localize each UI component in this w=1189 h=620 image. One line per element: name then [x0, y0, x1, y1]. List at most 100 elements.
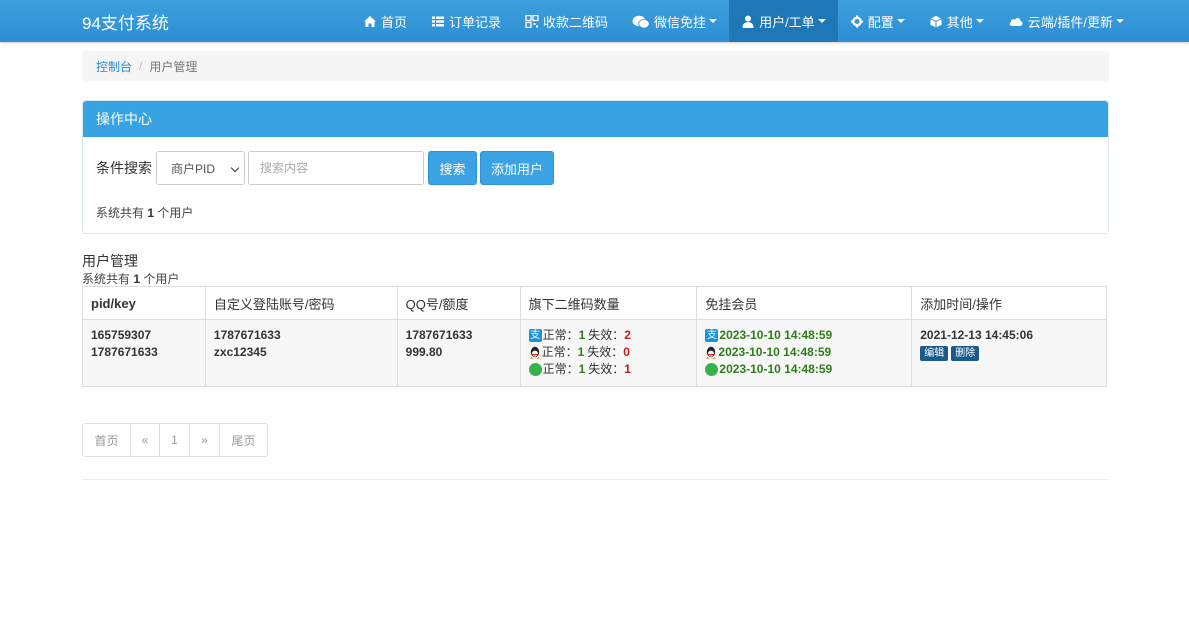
cube-icon	[929, 15, 943, 28]
normal-label: 正常：	[542, 362, 579, 376]
page-last[interactable]: 尾页	[220, 424, 267, 456]
search-row: 条件搜索 商户PID 搜索 添加用户	[96, 151, 554, 185]
vip-time: 2023-10-10 14:48:59	[719, 328, 833, 342]
nav-wechat[interactable]: 微信免挂	[620, 0, 729, 42]
nav-users[interactable]: 用户/工单	[729, 0, 838, 42]
page-next[interactable]: »	[190, 424, 220, 456]
divider	[82, 479, 1109, 480]
nav-qrcode[interactable]: 收款二维码	[513, 0, 620, 42]
cell-qq: 1787671633 999.80	[396, 319, 521, 387]
wechat-icon	[528, 363, 542, 376]
chevron-down-icon	[1115, 19, 1124, 23]
operation-panel: 操作中心 条件搜索 商户PID 搜索 添加用户 系统共有 1 个用户	[82, 100, 1109, 234]
vip-line-wechat: 2023-10-10 14:48:59	[705, 361, 903, 378]
count-value: 1	[147, 206, 155, 220]
nav-home-label: 首页	[381, 14, 408, 30]
qrcode-icon	[525, 14, 539, 28]
panel-title: 操作中心	[83, 101, 1108, 137]
chevron-down-icon	[975, 19, 984, 23]
qq-icon	[705, 346, 717, 360]
search-type-value: 商户PID	[171, 161, 216, 176]
normal-count: 1	[577, 345, 585, 359]
pagination: 首页 « 1 » 尾页	[82, 423, 268, 457]
password-value: zxc12345	[213, 345, 267, 359]
added-time: 2021-12-13 14:45:06	[920, 328, 1034, 342]
nav-home[interactable]: 首页	[351, 0, 419, 42]
page-prev[interactable]: «	[131, 424, 160, 456]
search-type-select[interactable]: 商户PID	[156, 151, 245, 185]
normal-count: 1	[578, 328, 586, 342]
nav-orders[interactable]: 订单记录	[419, 0, 513, 42]
alipay-icon: 支	[705, 329, 719, 342]
nav-qrcode-label: 收款二维码	[543, 14, 609, 30]
fail-label: 失效：	[588, 362, 625, 376]
user-icon	[741, 15, 755, 28]
qq-value: 1787671633	[405, 328, 473, 342]
alipay-icon: 支	[528, 329, 542, 342]
count-prefix: 系统共有	[82, 272, 131, 286]
cloud-icon	[1008, 15, 1024, 28]
table-header-row: pid/key 自定义登陆账号/密码 QQ号/额度 旗下二维码数量 免挂会员 添…	[82, 286, 1107, 320]
search-input[interactable]	[248, 151, 424, 185]
wechat-icon	[632, 15, 650, 29]
nav-orders-label: 订单记录	[449, 14, 502, 30]
qr-line-wechat: 正常： 1 失效： 1	[528, 361, 689, 378]
normal-count: 1	[578, 362, 586, 376]
search-label: 条件搜索	[96, 160, 152, 176]
quota-value: 999.80	[405, 345, 443, 359]
vip-line-qq: 2023-10-10 14:48:59	[705, 344, 903, 361]
edit-button[interactable]: 编辑	[920, 346, 949, 361]
col-header-qq: QQ号/额度	[396, 286, 521, 320]
chevron-down-icon	[896, 19, 905, 23]
table-row: 165759307 1787671633 1787671633 zxc12345…	[82, 319, 1107, 387]
nav-other[interactable]: 其他	[917, 0, 996, 42]
cell-pid-key: 165759307 1787671633	[82, 319, 206, 387]
qr-line-qq: 正常： 1 失效： 0	[529, 344, 689, 361]
page-first[interactable]: 首页	[83, 424, 131, 456]
count-value: 1	[133, 272, 141, 286]
fail-label: 失效：	[588, 328, 625, 342]
cell-vip: 支 2023-10-10 14:48:59 2023-10-10 14:48:5…	[696, 319, 913, 387]
qr-line-alipay: 支 正常： 1 失效： 2	[528, 327, 689, 344]
chevron-down-icon	[709, 19, 718, 23]
breadcrumb-current: 用户管理	[149, 59, 198, 74]
search-button[interactable]: 搜索	[428, 151, 477, 185]
nav-other-label: 其他	[946, 14, 973, 30]
add-user-button[interactable]: 添加用户	[480, 151, 554, 185]
fail-count: 0	[623, 345, 630, 359]
fail-count: 2	[624, 328, 631, 342]
count-suffix: 个用户	[157, 206, 194, 220]
col-header-pid: pid/key	[82, 286, 206, 320]
vip-time: 2023-10-10 14:48:59	[719, 362, 833, 376]
vip-time: 2023-10-10 14:48:59	[718, 345, 832, 359]
pid-value: 165759307	[91, 328, 152, 342]
top-navbar: 94支付系统 首页 订单记录 收款二维码 微信免挂 用户/工单 配置 其他 云端…	[0, 0, 1189, 42]
nav-config[interactable]: 配置	[838, 0, 917, 42]
key-value: 1787671633	[91, 345, 158, 359]
cell-time-actions: 2021-12-13 14:45:06 编辑 删除	[911, 319, 1107, 387]
cell-account: 1787671633 zxc12345	[204, 319, 398, 387]
section-title: 用户管理	[82, 253, 138, 269]
nav-users-label: 用户/工单	[759, 14, 815, 30]
gear-icon	[850, 14, 864, 28]
col-header-vip: 免挂会员	[696, 286, 913, 320]
fail-count: 1	[624, 362, 631, 376]
count-suffix: 个用户	[143, 272, 180, 286]
col-header-qr-count: 旗下二维码数量	[519, 286, 698, 320]
normal-label: 正常：	[541, 345, 578, 359]
delete-button[interactable]: 删除	[951, 346, 980, 361]
qq-icon	[529, 346, 541, 360]
cell-qr-count: 支 正常： 1 失效： 2 正常： 1 失效： 0 正常： 1 失效： 1	[519, 319, 698, 387]
normal-label: 正常：	[542, 328, 579, 342]
nav-cloud[interactable]: 云端/插件/更新	[996, 0, 1136, 42]
chevron-down-icon	[817, 19, 826, 23]
breadcrumb-home[interactable]: 控制台	[96, 58, 132, 75]
count-prefix: 系统共有	[96, 206, 145, 220]
app-title[interactable]: 94支付系统	[82, 9, 169, 34]
nav-wechat-label: 微信免挂	[654, 14, 707, 30]
list-icon	[431, 15, 445, 28]
nav-cloud-label: 云端/插件/更新	[1027, 14, 1113, 30]
breadcrumb-separator: /	[139, 59, 143, 73]
page-number[interactable]: 1	[160, 424, 190, 456]
vip-line-alipay: 支 2023-10-10 14:48:59	[705, 327, 903, 344]
